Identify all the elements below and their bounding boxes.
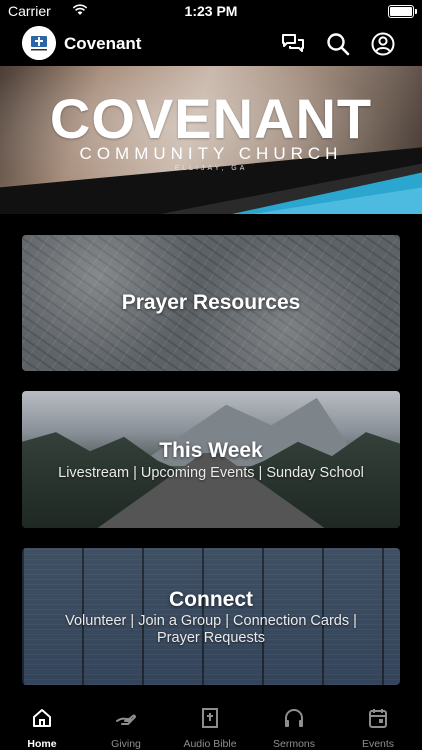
connect-card[interactable]: Connect Volunteer | Join a Group | Conne…	[22, 548, 400, 685]
status-bar: Carrier 1:23 PM	[0, 0, 422, 22]
tab-label: Audio Bible	[183, 738, 237, 750]
tab-audio-bible[interactable]: Audio Bible	[168, 706, 252, 750]
prayer-resources-card[interactable]: Prayer Resources	[22, 235, 400, 371]
status-time: 1:23 PM	[184, 3, 238, 19]
church-banner: COVENANT COMMUNITY CHURCH ELLIJAY, GA	[0, 66, 422, 214]
account-icon[interactable]	[370, 31, 396, 57]
tab-giving[interactable]: Giving	[84, 706, 168, 750]
tab-bar: Home Giving Audio Bible Sermons Events	[0, 700, 422, 750]
card-title: This Week	[159, 439, 263, 462]
tab-events[interactable]: Events	[336, 706, 420, 750]
this-week-card[interactable]: This Week Livestream | Upcoming Events |…	[22, 391, 400, 528]
home-icon	[33, 709, 51, 727]
tab-sermons[interactable]: Sermons	[252, 706, 336, 750]
tab-label: Events	[361, 738, 395, 750]
giving-icon	[116, 714, 136, 725]
bible-icon	[202, 708, 218, 728]
banner-location: ELLIJAY, GA	[174, 165, 248, 172]
app-header: Covenant	[0, 22, 422, 66]
card-subtitle: Livestream | Upcoming Events | Sunday Sc…	[58, 465, 364, 481]
card-title: Prayer Resources	[121, 291, 301, 314]
banner-title: COVENANT	[49, 87, 373, 150]
tab-label: Sermons	[272, 738, 315, 750]
tab-label: Home	[27, 738, 57, 750]
church-logo[interactable]	[22, 26, 56, 60]
banner-subtitle: COMMUNITY CHURCH	[79, 144, 343, 163]
card-subtitle-line1: Volunteer | Join a Group | Connection Ca…	[65, 613, 357, 629]
app-title: Covenant	[64, 34, 142, 53]
tab-label: Giving	[111, 738, 141, 750]
headphones-icon	[285, 709, 303, 727]
chat-icon[interactable]	[280, 31, 306, 57]
calendar-icon	[369, 709, 387, 728]
search-icon[interactable]	[325, 31, 351, 57]
tab-home[interactable]: Home	[0, 706, 84, 750]
card-title: Connect	[169, 588, 253, 611]
battery-icon	[388, 5, 417, 18]
card-subtitle-line2: Prayer Requests	[157, 630, 265, 646]
